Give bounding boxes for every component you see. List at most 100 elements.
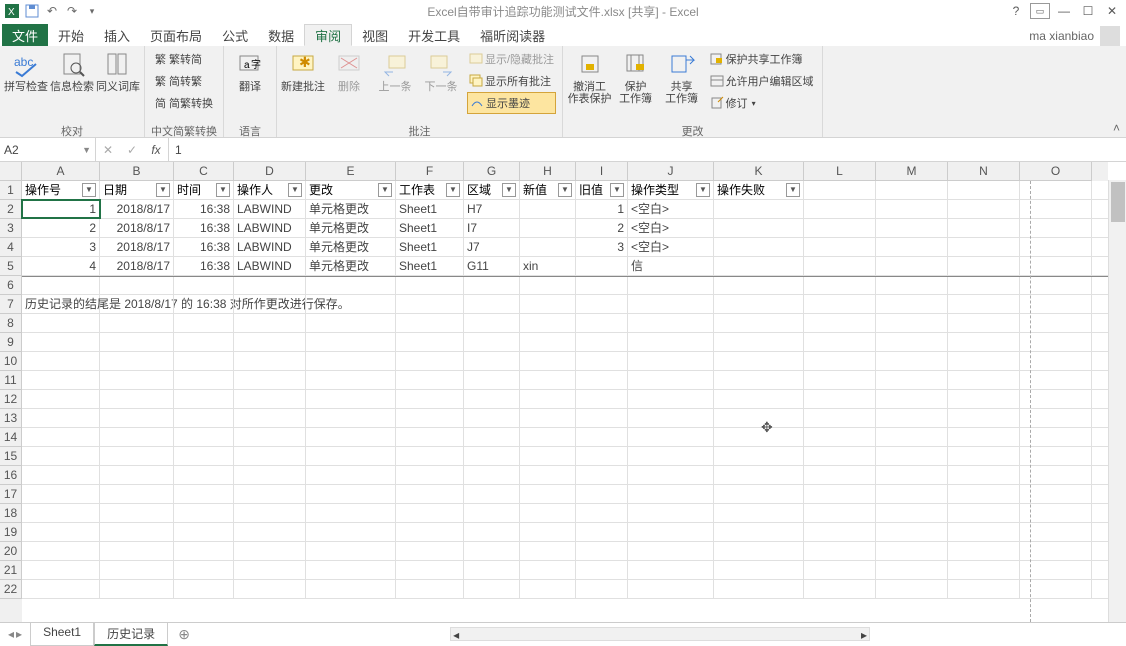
cell-B5[interactable]: 2018/8/17 <box>100 257 174 275</box>
filter-button[interactable]: ▼ <box>82 183 96 197</box>
row-header-17[interactable]: 17 <box>0 485 22 504</box>
row-header-22[interactable]: 22 <box>0 580 22 599</box>
cell-H5[interactable]: xin <box>520 257 576 275</box>
cell-H16[interactable] <box>520 466 576 484</box>
cell-A4[interactable]: 3 <box>22 238 100 256</box>
cell-K18[interactable] <box>714 504 804 522</box>
cell-F15[interactable] <box>396 447 464 465</box>
cell-I2[interactable]: 1 <box>576 200 628 218</box>
cell-H1[interactable]: 新值▼ <box>520 181 576 199</box>
row-header-4[interactable]: 4 <box>0 238 22 257</box>
cell-G14[interactable] <box>464 428 520 446</box>
cell-A18[interactable] <box>22 504 100 522</box>
cell-F6[interactable] <box>396 276 464 294</box>
show-hide-comment-button[interactable]: 显示/隐藏批注 <box>467 48 556 70</box>
cell-B7[interactable] <box>100 295 174 313</box>
cell-A6[interactable] <box>22 276 100 294</box>
cell-G4[interactable]: J7 <box>464 238 520 256</box>
cell-J15[interactable] <box>628 447 714 465</box>
cell-E6[interactable] <box>306 276 396 294</box>
row-header-5[interactable]: 5 <box>0 257 22 276</box>
cell-C21[interactable] <box>174 561 234 579</box>
cell-C22[interactable] <box>174 580 234 598</box>
cell-C13[interactable] <box>174 409 234 427</box>
cancel-formula-icon[interactable]: ✕ <box>96 143 120 157</box>
cell-D16[interactable] <box>234 466 306 484</box>
cell-C5[interactable]: 16:38 <box>174 257 234 275</box>
cell-I13[interactable] <box>576 409 628 427</box>
cell-B13[interactable] <box>100 409 174 427</box>
track-changes-button[interactable]: 修订▾ <box>708 92 816 114</box>
cell-N2[interactable] <box>948 200 1020 218</box>
col-header-O[interactable]: O <box>1020 162 1092 181</box>
row-header-9[interactable]: 9 <box>0 333 22 352</box>
cell-J11[interactable] <box>628 371 714 389</box>
cell-G9[interactable] <box>464 333 520 351</box>
cell-M20[interactable] <box>876 542 948 560</box>
fx-icon[interactable]: fx <box>144 143 168 157</box>
cell-N9[interactable] <box>948 333 1020 351</box>
cell-O15[interactable] <box>1020 447 1092 465</box>
sheet-tab-历史记录[interactable]: 历史记录 <box>94 623 168 646</box>
trad-to-simp-button[interactable]: 繁 繁转简 <box>153 48 215 70</box>
cell-B4[interactable]: 2018/8/17 <box>100 238 174 256</box>
cell-H18[interactable] <box>520 504 576 522</box>
cell-F13[interactable] <box>396 409 464 427</box>
minimize-icon[interactable]: — <box>1054 3 1074 19</box>
protect-share-button[interactable]: 保护共享工作簿 <box>708 48 816 70</box>
cell-N7[interactable] <box>948 295 1020 313</box>
cell-O3[interactable] <box>1020 219 1092 237</box>
cell-F10[interactable] <box>396 352 464 370</box>
cell-O9[interactable] <box>1020 333 1092 351</box>
cell-N4[interactable] <box>948 238 1020 256</box>
filter-button[interactable]: ▼ <box>558 183 572 197</box>
cell-C8[interactable] <box>174 314 234 332</box>
cell-H3[interactable] <box>520 219 576 237</box>
cell-A8[interactable] <box>22 314 100 332</box>
cell-L10[interactable] <box>804 352 876 370</box>
row-header-1[interactable]: 1 <box>0 181 22 200</box>
enter-formula-icon[interactable]: ✓ <box>120 143 144 157</box>
filter-button[interactable]: ▼ <box>288 183 302 197</box>
cell-L11[interactable] <box>804 371 876 389</box>
cell-D3[interactable]: LABWIND <box>234 219 306 237</box>
cell-O5[interactable] <box>1020 257 1092 275</box>
cell-E22[interactable] <box>306 580 396 598</box>
row-header-2[interactable]: 2 <box>0 200 22 219</box>
spellcheck-button[interactable]: abc拼写检查 <box>6 48 46 93</box>
cell-D6[interactable] <box>234 276 306 294</box>
cell-E14[interactable] <box>306 428 396 446</box>
cell-D17[interactable] <box>234 485 306 503</box>
cell-M21[interactable] <box>876 561 948 579</box>
cell-O14[interactable] <box>1020 428 1092 446</box>
research-button[interactable]: 信息检索 <box>52 48 92 93</box>
cell-I11[interactable] <box>576 371 628 389</box>
cell-K10[interactable] <box>714 352 804 370</box>
cell-A13[interactable] <box>22 409 100 427</box>
filter-button[interactable]: ▼ <box>446 183 460 197</box>
cell-C3[interactable]: 16:38 <box>174 219 234 237</box>
cell-D7[interactable] <box>234 295 306 313</box>
cell-O2[interactable] <box>1020 200 1092 218</box>
cell-N11[interactable] <box>948 371 1020 389</box>
cell-A3[interactable]: 2 <box>22 219 100 237</box>
cell-J6[interactable] <box>628 276 714 294</box>
cell-J1[interactable]: 操作类型▼ <box>628 181 714 199</box>
cell-C16[interactable] <box>174 466 234 484</box>
tab-插入[interactable]: 插入 <box>94 24 140 46</box>
cell-F8[interactable] <box>396 314 464 332</box>
cell-K14[interactable] <box>714 428 804 446</box>
cell-G3[interactable]: I7 <box>464 219 520 237</box>
cell-H11[interactable] <box>520 371 576 389</box>
cell-M6[interactable] <box>876 276 948 294</box>
col-header-C[interactable]: C <box>174 162 234 181</box>
cell-E19[interactable] <box>306 523 396 541</box>
col-header-K[interactable]: K <box>714 162 804 181</box>
cell-B22[interactable] <box>100 580 174 598</box>
cell-M11[interactable] <box>876 371 948 389</box>
select-all-corner[interactable] <box>0 162 22 181</box>
cell-L4[interactable] <box>804 238 876 256</box>
cell-K22[interactable] <box>714 580 804 598</box>
cell-I16[interactable] <box>576 466 628 484</box>
cell-N5[interactable] <box>948 257 1020 275</box>
